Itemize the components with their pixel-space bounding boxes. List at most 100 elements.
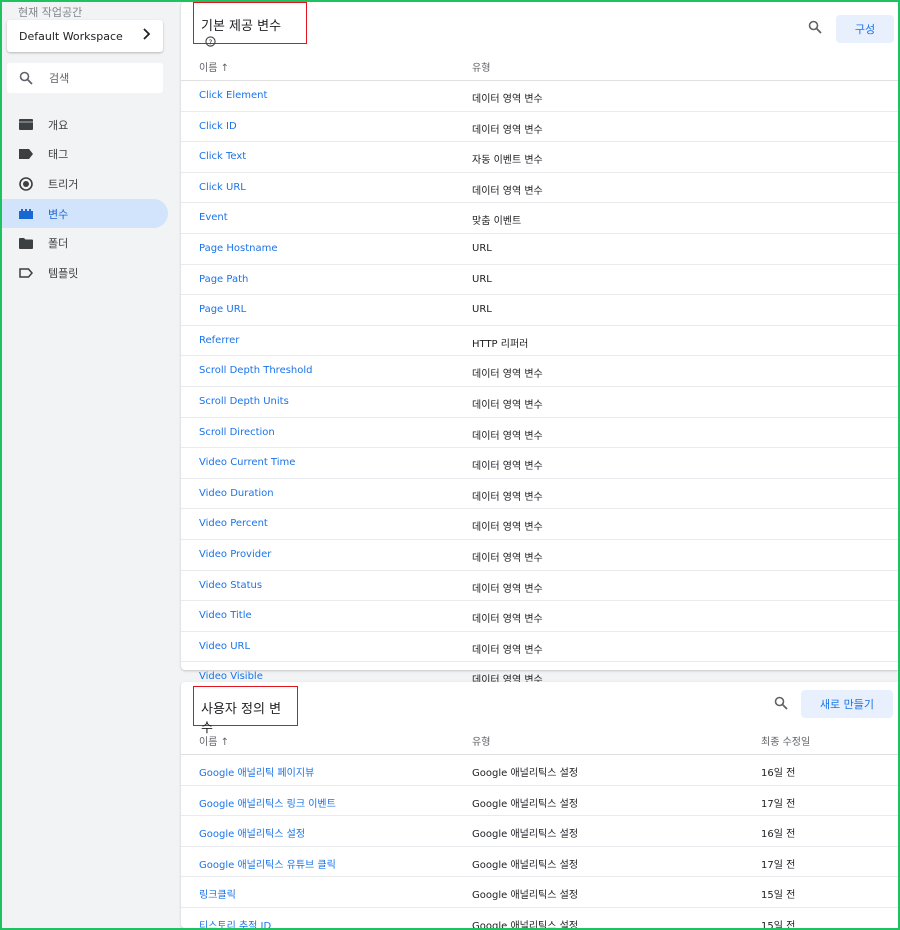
- workspace-selector[interactable]: Default Workspace: [7, 20, 163, 52]
- custom-search-button[interactable]: [767, 690, 795, 718]
- table-row[interactable]: Google 애널리틱스 유튜브 클릭 Google 애널리틱스 설정 17일 전: [181, 847, 898, 878]
- search-placeholder: 검색: [49, 72, 70, 85]
- table-row[interactable]: Google 애널리틱 페이지뷰 Google 애널리틱스 설정 16일 전: [181, 755, 898, 786]
- variable-name-link[interactable]: Page Hostname: [199, 243, 278, 254]
- folder-icon: [18, 235, 34, 251]
- table-row[interactable]: Video Current Time 데이터 영역 변수: [181, 448, 898, 479]
- variable-name-link[interactable]: Video Provider: [199, 549, 271, 560]
- table-row[interactable]: Click Text 자동 이벤트 변수: [181, 142, 898, 173]
- variable-name-link[interactable]: Video Visible: [199, 671, 263, 682]
- column-header-type[interactable]: 유형: [472, 733, 490, 748]
- variable-name-link[interactable]: Click URL: [199, 182, 246, 193]
- builtin-search-button[interactable]: [801, 14, 829, 42]
- variable-name-link[interactable]: Google 애널리틱스 유튜브 클릭: [199, 856, 336, 871]
- variable-type: 데이터 영역 변수: [472, 399, 543, 411]
- variable-modified: 16일 전: [761, 829, 796, 841]
- table-row[interactable]: Video Percent 데이터 영역 변수: [181, 509, 898, 540]
- card-title-text: 기본 제공 변수: [201, 19, 282, 34]
- table-row[interactable]: Click Element 데이터 영역 변수: [181, 81, 898, 112]
- variable-type: 데이터 영역 변수: [472, 491, 543, 503]
- variable-type: 데이터 영역 변수: [472, 124, 543, 136]
- variable-name-link[interactable]: Event: [199, 212, 228, 223]
- variable-name-link[interactable]: Video Duration: [199, 488, 274, 499]
- variable-name-link[interactable]: Page URL: [199, 304, 246, 315]
- variable-name-link[interactable]: Google 애널리틱스 링크 이벤트: [199, 795, 336, 810]
- variable-type: 데이터 영역 변수: [472, 461, 543, 473]
- variable-name-link[interactable]: 티스토리 추적 ID: [199, 917, 271, 928]
- variable-modified: 16일 전: [761, 768, 796, 779]
- table-row[interactable]: Scroll Direction 데이터 영역 변수: [181, 418, 898, 449]
- table-row[interactable]: Video Provider 데이터 영역 변수: [181, 540, 898, 571]
- table-row[interactable]: Scroll Depth Threshold 데이터 영역 변수: [181, 356, 898, 387]
- table-row[interactable]: 티스토리 추적 ID Google 애널리틱스 설정 15일 전: [181, 908, 898, 928]
- help-icon[interactable]: ?: [205, 36, 216, 51]
- table-row[interactable]: Event 맞춤 이벤트: [181, 203, 898, 234]
- table-row[interactable]: 링크클릭 Google 애널리틱스 설정 15일 전: [181, 877, 898, 908]
- table-row[interactable]: Click ID 데이터 영역 변수: [181, 112, 898, 143]
- variable-name-link[interactable]: Click Element: [199, 90, 267, 101]
- sidebar-item-templates[interactable]: 템플릿: [2, 258, 168, 288]
- folder-dark-icon: [18, 117, 34, 133]
- variable-type: 데이터 영역 변수: [472, 614, 543, 626]
- variable-type: 데이터 영역 변수: [472, 552, 543, 564]
- table-row[interactable]: Referrer HTTP 리퍼러: [181, 326, 898, 357]
- table-row[interactable]: Page URL URL: [181, 295, 898, 326]
- variable-modified: 15일 전: [761, 890, 796, 902]
- configure-button[interactable]: 구성: [836, 15, 894, 43]
- column-header-name[interactable]: 이름 ↑: [199, 59, 229, 74]
- workspace-label: 현재 작업공간: [18, 6, 83, 19]
- table-row[interactable]: Video Title 데이터 영역 변수: [181, 601, 898, 632]
- table-row[interactable]: Page Hostname URL: [181, 234, 898, 265]
- variable-name-link[interactable]: Video URL: [199, 641, 250, 652]
- variable-modified: 17일 전: [761, 798, 796, 810]
- sidebar: 현재 작업공간 Default Workspace 검색 개요 태그 트리거 변…: [2, 2, 170, 928]
- column-header-modified[interactable]: 최종 수정일: [761, 733, 810, 748]
- table-row[interactable]: Page Path URL: [181, 265, 898, 296]
- table-row[interactable]: Google 애널리틱스 설정 Google 애널리틱스 설정 16일 전: [181, 816, 898, 847]
- variable-type: 데이터 영역 변수: [472, 185, 543, 197]
- variable-name-link[interactable]: Video Status: [199, 580, 262, 591]
- variable-name-link[interactable]: 링크클릭: [199, 886, 236, 901]
- sidebar-item-variables[interactable]: 변수: [2, 198, 168, 229]
- sidebar-item-tags[interactable]: 태그: [2, 140, 168, 170]
- variable-name-link[interactable]: Scroll Depth Units: [199, 396, 289, 407]
- table-header: 이름 ↑ 유형: [181, 50, 898, 81]
- variable-name-link[interactable]: Video Current Time: [199, 457, 295, 468]
- sidebar-search[interactable]: 검색: [7, 63, 163, 93]
- variable-type: Google 애널리틱스 설정: [472, 798, 579, 810]
- variable-type: HTTP 리퍼러: [472, 338, 529, 350]
- variable-name-link[interactable]: Referrer: [199, 335, 239, 346]
- variable-type: Google 애널리틱스 설정: [472, 829, 579, 841]
- column-header-type[interactable]: 유형: [472, 59, 490, 74]
- variable-name-link[interactable]: Page Path: [199, 274, 248, 285]
- variable-name-link[interactable]: Video Title: [199, 610, 252, 621]
- sidebar-item-triggers[interactable]: 트리거: [2, 169, 168, 199]
- table-row[interactable]: Scroll Depth Units 데이터 영역 변수: [181, 387, 898, 418]
- column-header-name[interactable]: 이름 ↑: [199, 733, 229, 748]
- table-row[interactable]: Click URL 데이터 영역 변수: [181, 173, 898, 204]
- variable-name-link[interactable]: Google 애널리틱 페이지뷰: [199, 764, 314, 779]
- table-row[interactable]: Video Duration 데이터 영역 변수: [181, 479, 898, 510]
- variable-blocks-icon: [18, 206, 34, 222]
- search-icon: [808, 19, 822, 38]
- table-row[interactable]: Video URL 데이터 영역 변수: [181, 632, 898, 663]
- sidebar-item-overview[interactable]: 개요: [2, 110, 168, 140]
- sidebar-item-label: 변수: [48, 207, 69, 221]
- sidebar-item-label: 태그: [48, 148, 69, 162]
- new-variable-button[interactable]: 새로 만들기: [801, 690, 893, 718]
- variable-name-link[interactable]: Video Percent: [199, 518, 268, 529]
- variable-name-link[interactable]: Google 애널리틱스 설정: [199, 825, 305, 840]
- variable-type: 맞춤 이벤트: [472, 216, 522, 228]
- variable-type: URL: [472, 242, 492, 254]
- builtin-variables-title: 기본 제공 변수 ?: [193, 2, 307, 47]
- sidebar-item-folders[interactable]: 폴더: [2, 228, 168, 258]
- variable-type: 데이터 영역 변수: [472, 430, 543, 442]
- variable-type: 자동 이벤트 변수: [472, 155, 543, 167]
- variable-name-link[interactable]: Scroll Depth Threshold: [199, 365, 313, 376]
- variable-name-link[interactable]: Scroll Direction: [199, 427, 275, 438]
- table-row[interactable]: Video Status 데이터 영역 변수: [181, 571, 898, 602]
- sidebar-item-label: 폴더: [48, 237, 69, 251]
- variable-name-link[interactable]: Click ID: [199, 121, 237, 132]
- variable-name-link[interactable]: Click Text: [199, 151, 246, 162]
- table-row[interactable]: Google 애널리틱스 링크 이벤트 Google 애널리틱스 설정 17일 전: [181, 786, 898, 817]
